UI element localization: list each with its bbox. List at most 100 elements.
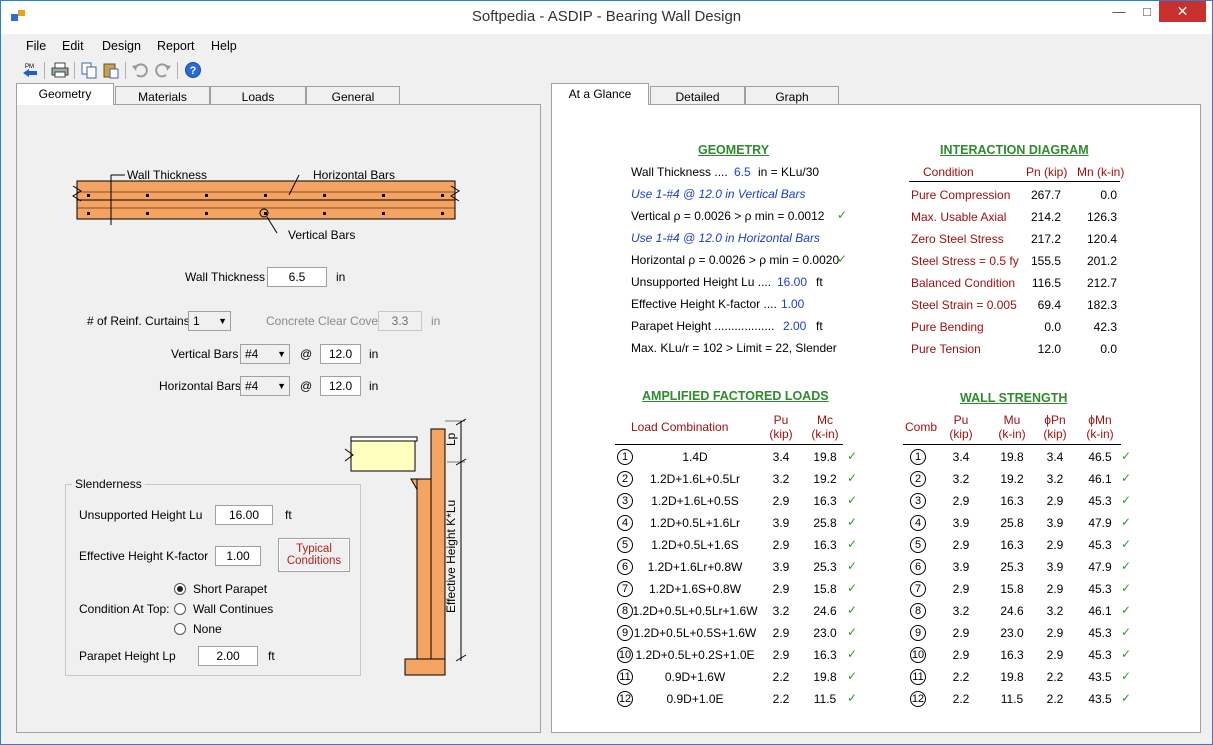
g-horizontal-rho: Horizontal ρ = 0.0026 > ρ min = 0.0020	[631, 253, 840, 267]
diagram-wall-thickness-label: Wall Thickness	[127, 168, 208, 182]
load-row-combo: 1.2D+1.6Lr+0.8W	[647, 560, 743, 574]
typical-conditions-button[interactable]: Typical Conditions	[278, 538, 350, 572]
str-col-pu: Pu (kip)	[949, 413, 973, 441]
short-parapet-radio[interactable]	[174, 583, 186, 595]
help-icon[interactable]: ?	[184, 61, 202, 79]
load-row-combo: 1.2D+1.6S+0.8W	[648, 582, 742, 596]
int-row-mn: 212.7	[1086, 276, 1117, 290]
loads-col-combo: Load Combination	[631, 420, 729, 434]
wall-thickness-input[interactable]: 6.5	[267, 267, 327, 287]
str-row-mu: 23.0	[1000, 626, 1024, 640]
combo-number-icon: 10	[910, 647, 926, 663]
tab-geometry[interactable]: Geometry	[16, 83, 114, 105]
str-row-phimn: 45.3	[1088, 648, 1112, 662]
tab-loads[interactable]: Loads	[210, 86, 306, 105]
paste-icon[interactable]	[102, 61, 120, 79]
horizontal-spacing-input[interactable]: 12.0	[320, 376, 361, 396]
int-row-condition: Zero Steel Stress	[911, 232, 1004, 246]
g-lu-label: Unsupported Height Lu ....	[631, 275, 772, 289]
load-row-mc: 15.8	[813, 582, 837, 596]
g-k-value: 1.00	[781, 297, 805, 311]
curtains-select[interactable]: 1 ▼	[188, 311, 231, 331]
str-row-phipn: 2.9	[1046, 494, 1064, 508]
maximize-button[interactable]: □	[1132, 1, 1162, 22]
g-vertical-rho: Vertical ρ = 0.0026 > ρ min = 0.0012	[631, 209, 825, 223]
title-bar: Softpedia - ASDIP - Bearing Wall Design …	[1, 1, 1212, 34]
str-row-phipn: 3.9	[1046, 560, 1064, 574]
load-row-pu: 2.9	[772, 648, 790, 662]
int-col-mn: Mn (k-in)	[1077, 165, 1125, 179]
pm-back-icon[interactable]: PM	[21, 61, 39, 79]
str-row-mu: 24.6	[1000, 604, 1024, 618]
menu-report[interactable]: Report	[157, 39, 195, 53]
interaction-header: INTERACTION DIAGRAM	[940, 143, 1089, 157]
check-icon: ✓	[847, 515, 858, 529]
str-row-mu: 15.8	[1000, 582, 1024, 596]
k-factor-input[interactable]: 1.00	[215, 546, 261, 566]
str-row-pu: 3.9	[952, 516, 970, 530]
int-row-pn: 267.7	[1030, 188, 1061, 202]
horizontal-bars-select[interactable]: #4 ▼	[240, 376, 290, 396]
str-row-mu: 25.8	[1000, 516, 1024, 530]
int-row-mn: 182.3	[1086, 298, 1117, 312]
int-row-pn: 69.4	[1037, 298, 1061, 312]
wall-continues-radio[interactable]	[174, 603, 186, 615]
int-row-pn: 155.5	[1030, 254, 1061, 268]
minimize-button[interactable]: —	[1104, 1, 1134, 22]
str-row-phipn: 2.9	[1046, 538, 1064, 552]
load-row-mc: 16.3	[813, 494, 837, 508]
close-button[interactable]: ✕	[1159, 1, 1206, 22]
load-row-pu: 3.9	[772, 516, 790, 530]
menu-design[interactable]: Design	[102, 39, 141, 53]
none-radio[interactable]	[174, 623, 186, 635]
print-icon[interactable]	[51, 61, 69, 79]
tab-general[interactable]: General	[306, 86, 400, 105]
str-row-pu: 2.9	[952, 648, 970, 662]
int-row-pn: 217.2	[1030, 232, 1061, 246]
load-row-mc: 19.8	[813, 450, 837, 464]
int-row-condition: Balanced Condition	[911, 276, 1016, 290]
diagram-horizontal-bars-label: Horizontal Bars	[313, 168, 396, 182]
load-row-pu: 3.9	[772, 560, 790, 574]
vertical-at-label: @	[300, 347, 313, 361]
wall-thickness-unit: in	[336, 270, 346, 284]
int-row-condition: Steel Stress = 0.5 fy	[911, 254, 1019, 268]
int-row-pn: 0.0	[1044, 320, 1061, 334]
redo-icon[interactable]	[154, 61, 172, 79]
k-factor-label: Effective Height K-factor	[79, 549, 209, 563]
copy-icon[interactable]	[80, 61, 98, 79]
tab-at-a-glance[interactable]: At a Glance	[551, 83, 649, 105]
lu-unit: ft	[285, 508, 292, 522]
horizontal-at-label: @	[300, 379, 313, 393]
parapet-height-input[interactable]: 2.00	[198, 646, 258, 666]
int-row-pn: 116.5	[1031, 276, 1061, 290]
tab-detailed[interactable]: Detailed	[650, 86, 745, 105]
combo-number-icon: 2	[910, 471, 926, 487]
menu-edit[interactable]: Edit	[62, 39, 84, 53]
str-col-comb: Comb	[905, 420, 938, 434]
str-row-pu: 3.4	[952, 450, 970, 464]
g-klu: Max. KLu/r = 102 > Limit = 22, Slender	[631, 341, 837, 355]
load-row-pu: 2.9	[772, 538, 790, 552]
horizontal-bars-label: Horizontal Bars	[159, 379, 242, 393]
str-row-phimn: 45.3	[1088, 582, 1112, 596]
vertical-spacing-input[interactable]: 12.0	[320, 344, 361, 364]
lu-input[interactable]: 16.00	[215, 505, 273, 525]
tab-materials[interactable]: Materials	[115, 86, 210, 105]
str-row-pu: 3.2	[952, 472, 970, 486]
curtains-label: # of Reinf. Curtains	[87, 314, 190, 328]
undo-icon[interactable]	[131, 61, 149, 79]
tab-graph[interactable]: Graph	[745, 86, 839, 105]
clear-cover-label: Concrete Clear Cover	[266, 314, 383, 328]
menu-file[interactable]: File	[26, 39, 46, 53]
strength-header: WALL STRENGTH	[960, 391, 1068, 405]
chevron-down-icon: ▼	[277, 349, 286, 359]
int-row-condition: Max. Usable Axial	[911, 210, 1007, 224]
menu-help[interactable]: Help	[211, 39, 237, 53]
combo-number-icon: 12	[910, 691, 926, 707]
int-row-condition: Pure Tension	[911, 342, 981, 356]
vertical-bars-select[interactable]: #4 ▼	[240, 344, 290, 364]
window-title: Softpedia - ASDIP - Bearing Wall Design	[471, 8, 742, 25]
clear-cover-input: 3.3	[378, 311, 422, 331]
check-icon: ✓	[837, 208, 848, 222]
